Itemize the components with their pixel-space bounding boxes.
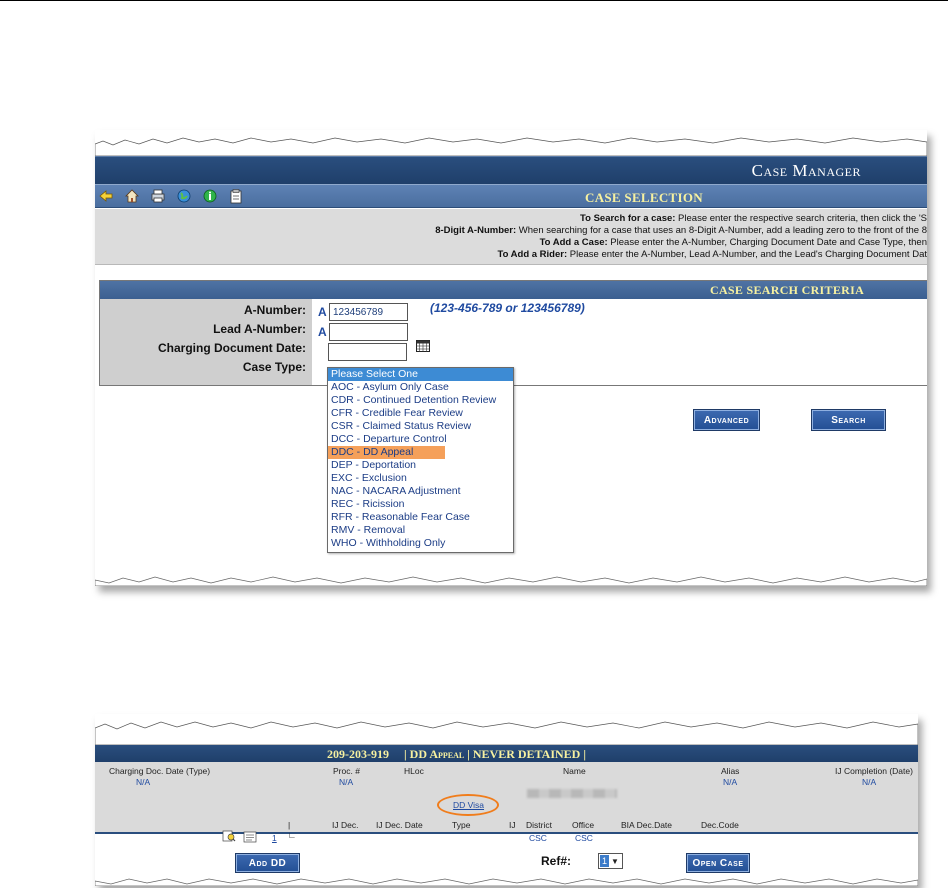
charging-date-input[interactable] — [328, 343, 407, 361]
header-separator: | — [467, 747, 470, 761]
dec-code-header: Dec.Code — [701, 820, 739, 830]
help-line-search: To Search for a case: Please enter the r… — [580, 213, 927, 224]
calendar-icon[interactable] — [416, 340, 430, 352]
case-header-line: 209-203-919 | DD Appeal | NEVER DETAINED… — [327, 747, 586, 762]
alias-value: N/A — [723, 777, 738, 787]
help-instructions: To Search for a case: Please enter the r… — [95, 209, 927, 265]
top-rule — [0, 0, 948, 1]
clipboard-icon[interactable] — [227, 188, 245, 204]
case-type-option[interactable]: CFR - Credible Fear Review — [328, 407, 513, 420]
office-value: CSC — [575, 833, 593, 843]
case-type-option[interactable]: REC - Ricission — [328, 498, 513, 511]
case-type-option[interactable]: AOC - Asylum Only Case — [328, 381, 513, 394]
a-number-format-hint: (123-456-789 or 123456789) — [430, 301, 585, 315]
alias-header: Alias — [721, 766, 740, 776]
torn-edge-bottom — [95, 576, 927, 586]
case-type-option[interactable]: CSR - Claimed Status Review — [328, 420, 513, 433]
app-header-bar: Case Manager — [95, 156, 927, 184]
ij-completion-value: N/A — [862, 777, 877, 787]
case-selection-title: CASE SELECTION — [585, 190, 703, 205]
proc-value: N/A — [339, 777, 354, 787]
lead-a-number-prefix: A — [318, 325, 327, 339]
district-header: District — [526, 820, 552, 830]
criteria-title: CASE SEARCH CRITERIA — [710, 283, 865, 297]
case-type-option[interactable]: CDR - Continued Detention Review — [328, 394, 513, 407]
hloc-header: HLoc — [404, 766, 424, 776]
ij-dec-date-header: IJ Dec. Date — [376, 820, 423, 830]
case-detail-table: Charging Doc. Date (Type) N/A Proc. # N/… — [95, 762, 918, 843]
case-type-label: Case Type: — [242, 360, 306, 374]
torn-edge-top — [95, 714, 918, 745]
ij-header: IJ — [509, 820, 516, 830]
case-type-dropdown[interactable]: Please Select One AOC - Asylum Only Case… — [327, 367, 514, 553]
a-number-label: A-Number: — [244, 303, 306, 317]
row-number-link[interactable]: 1 — [272, 833, 277, 843]
case-type-heading: DD Appeal — [409, 747, 465, 761]
case-type-option-highlighted[interactable]: DDC - DD Appeal — [328, 446, 445, 459]
case-type-option[interactable]: NAC - NACARA Adjustment — [328, 485, 513, 498]
notes-icon[interactable] — [243, 831, 257, 843]
bia-dec-date-header: BIA Dec.Date — [621, 820, 673, 830]
a-number-prefix: A — [318, 305, 327, 319]
info-icon[interactable] — [201, 188, 219, 204]
open-case-button[interactable]: Open Case — [686, 853, 750, 873]
detention-status: NEVER DETAINED — [472, 747, 581, 761]
ij-completion-header: IJ Completion (Date) — [835, 766, 913, 776]
case-type-option[interactable]: DCC - Departure Control — [328, 433, 513, 446]
case-type-option[interactable]: RFR - Reasonable Fear Case — [328, 511, 513, 524]
search-button[interactable]: Search — [811, 409, 886, 431]
globe-icon[interactable] — [175, 188, 193, 204]
view-icon[interactable] — [222, 830, 236, 842]
redacted-name — [527, 789, 617, 798]
case-type-option[interactable]: DEP - Deportation — [328, 459, 513, 472]
advanced-button[interactable]: Advanced — [693, 409, 760, 431]
case-type-placeholder-option[interactable]: Please Select One — [328, 368, 513, 381]
torn-edge-top — [95, 130, 927, 156]
add-dd-button[interactable]: Add DD — [235, 853, 300, 873]
charging-doc-date-value: N/A — [136, 777, 151, 787]
home-icon[interactable] — [123, 188, 141, 204]
help-line-add-case: To Add a Case: Please enter the A-Number… — [539, 237, 927, 248]
name-header: Name — [563, 766, 586, 776]
lead-a-number-label: Lead A-Number: — [213, 322, 306, 336]
charging-doc-date-header: Charging Doc. Date (Type) — [109, 766, 211, 776]
criteria-header-bar: CASE SEARCH CRITERIA — [100, 281, 927, 299]
lead-a-number-input[interactable] — [329, 323, 408, 341]
chevron-down-icon: ▼ — [611, 856, 619, 866]
tree-connector: ∟ — [288, 830, 297, 840]
ref-number-label: Ref#: — [541, 854, 572, 868]
app-title: Case Manager — [751, 161, 861, 180]
office-header: Office — [572, 820, 595, 830]
case-detail-header-bar: 209-203-919 | DD Appeal | NEVER DETAINED… — [95, 745, 918, 762]
district-value: CSC — [529, 833, 547, 843]
header-separator: | — [583, 747, 586, 761]
case-detail-panel: 209-203-919 | DD Appeal | NEVER DETAINED… — [95, 714, 918, 886]
header-separator: | — [404, 747, 407, 761]
toolbar: CASE SELECTION — [95, 184, 927, 208]
criteria-labels: A-Number: Lead A-Number: Charging Docume… — [100, 299, 312, 385]
case-type-option[interactable]: RMV - Removal — [328, 524, 513, 537]
a-number-input[interactable] — [329, 303, 408, 321]
type-header: Type — [452, 820, 471, 830]
print-icon[interactable] — [149, 188, 167, 204]
ij-dec-header: IJ Dec. — [332, 820, 359, 830]
help-line-add-rider: To Add a Rider: Please enter the A-Numbe… — [497, 249, 927, 260]
ref-number-select[interactable]: 1 ▼ — [598, 853, 623, 869]
charging-date-label: Charging Document Date: — [157, 341, 306, 355]
case-a-number: 209-203-919 — [327, 747, 389, 761]
proc-header: Proc. # — [333, 766, 360, 776]
back-arrow-icon[interactable] — [97, 188, 115, 204]
torn-edge-bottom — [95, 878, 918, 886]
annotation-circle — [437, 794, 499, 816]
column-divider: | — [288, 820, 291, 830]
case-type-option[interactable]: EXC - Exclusion — [328, 472, 513, 485]
case-type-option[interactable]: WHO - Withholding Only — [328, 537, 513, 550]
help-line-8digit: 8-Digit A-Number: When searching for a c… — [435, 225, 927, 236]
ref-number-value: 1 — [600, 855, 609, 867]
